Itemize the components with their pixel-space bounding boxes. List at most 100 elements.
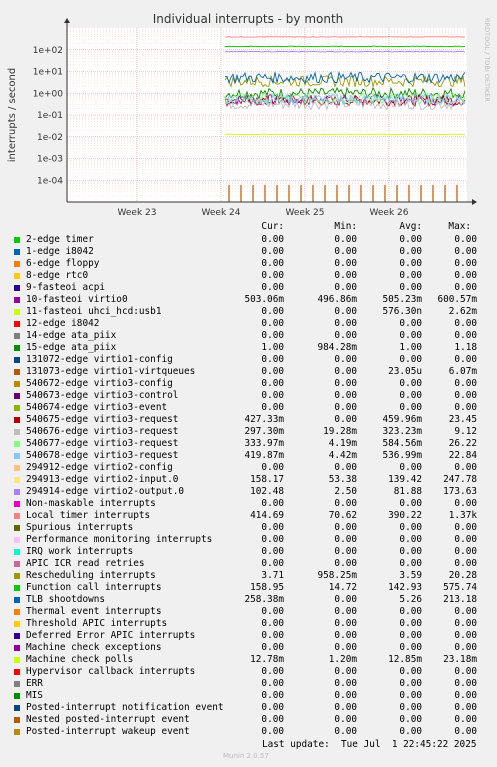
y-axis-arrow [64, 18, 70, 23]
legend-swatch [14, 453, 20, 459]
legend-row: 1-edge i8042 0.00 0.00 0.00 0.00 [0, 246, 497, 258]
legend-cur: 0.00 [261, 642, 284, 653]
legend-min: 496.86m [317, 294, 357, 305]
legend-swatch [14, 249, 20, 255]
legend-min: 0.00 [334, 594, 357, 605]
legend-min: 0.00 [334, 378, 357, 389]
legend-max: 0.00 [454, 702, 477, 713]
legend-max: 1.18 [454, 342, 477, 353]
legend-row: 294912-edge virtio2-config 0.00 0.00 0.00 0.… [0, 462, 497, 474]
legend-swatch [14, 489, 20, 495]
legend-cur: 0.00 [261, 558, 284, 569]
legend-label: 540674-edge virtio3-event [26, 402, 168, 413]
legend-row: 14-edge ata_piix 0.00 0.00 0.00 0.00 [0, 330, 497, 342]
legend-cur: 0.00 [261, 678, 284, 689]
series-line-21 [224, 50, 466, 53]
legend-swatch [14, 369, 20, 375]
legend-max: 247.78 [443, 474, 477, 485]
legend-cur: 0.00 [261, 390, 284, 401]
legend-cur: 503.06m [244, 294, 284, 305]
legend-label: MIS [26, 690, 43, 701]
legend-label: Local timer interrupts [26, 510, 151, 521]
legend-swatch [14, 573, 20, 579]
legend-label: 540673-edge virtio3-control [26, 390, 179, 401]
legend-max: 0.00 [454, 378, 477, 389]
legend-min: 0.00 [334, 546, 357, 557]
legend-swatch [14, 237, 20, 243]
series-line-35 [224, 133, 466, 136]
legend-min: 0.00 [334, 690, 357, 701]
legend-min: 0.00 [334, 534, 357, 545]
legend-cur: 414.69 [250, 510, 284, 521]
legend-cur: 0.00 [261, 246, 284, 257]
y-tick-label: 1e-02 [37, 133, 63, 143]
legend-max: 213.18 [443, 594, 477, 605]
legend-cur: 0.00 [261, 690, 284, 701]
legend-label: Threshold APIC interrupts [26, 618, 168, 629]
legend-min: 0.00 [334, 666, 357, 677]
legend-row: 540673-edge virtio3-control 0.00 0.00 0.00 0… [0, 390, 497, 402]
legend-min: 0.00 [334, 258, 357, 269]
legend-max: 575.74 [443, 582, 477, 593]
legend-row: Deferred Error APIC interrupts 0.00 0.00 0.… [0, 630, 497, 642]
legend-swatch [14, 309, 20, 315]
legend-label: Deferred Error APIC interrupts [26, 630, 196, 641]
legend-row: Function call interrupts 158.95 14.72 142.9… [0, 582, 497, 594]
x-tick-label: Week 23 [118, 208, 157, 218]
legend-row: Posted-interrupt wakeup event 0.00 0.00 0.0… [0, 726, 497, 738]
legend-row: 294913-edge virtio2-input.0 158.17 53.38 13… [0, 474, 497, 486]
legend-swatch [14, 705, 20, 711]
legend-max: 1.37k [448, 510, 477, 521]
legend-row: 8-edge rtc0 0.00 0.00 0.00 0.00 [0, 270, 497, 282]
legend-min: 53.38 [328, 474, 357, 485]
legend-swatch [14, 537, 20, 543]
legend-row: 131073-edge virtio1-virtqueues 0.00 0.00 23… [0, 366, 497, 378]
legend-swatch [14, 657, 20, 663]
legend-cur: 0.00 [261, 618, 284, 629]
legend-label: 540672-edge virtio3-config [26, 378, 173, 389]
legend-header-min: Min: [334, 221, 357, 232]
legend-row: 294914-edge virtio2-output.0 102.48 2.50 81… [0, 486, 497, 498]
legend-label: 11-fasteoi uhci_hcd:usb1 [26, 306, 162, 317]
legend-row: 131072-edge virtio1-config 0.00 0.00 0.00 0.… [0, 354, 497, 366]
munin-version: Munin 2.0.57 [223, 752, 269, 760]
legend-min: 0.00 [334, 270, 357, 281]
legend-cur: 0.00 [261, 234, 284, 245]
legend-swatch [14, 333, 20, 339]
legend-cur: 0.00 [261, 726, 284, 737]
legend-swatch [14, 717, 20, 723]
legend-max: 0.00 [454, 618, 477, 629]
legend-min: 958.25m [317, 570, 357, 581]
legend-row: 15-edge ata_piix 1.00 984.28m 1.00 1.18 [0, 342, 497, 354]
legend-min: 0.00 [334, 306, 357, 317]
legend-min: 0.00 [334, 462, 357, 473]
y-tick-label: 1e-04 [37, 176, 63, 186]
legend-label: Rescheduling interrupts [26, 570, 156, 581]
legend-cur: 158.95 [250, 582, 284, 593]
legend-max: 2.62m [448, 306, 477, 317]
legend-swatch [14, 501, 20, 507]
legend-label: 2-edge timer [26, 234, 94, 245]
legend-cur: 0.00 [261, 270, 284, 281]
legend-min: 0.00 [334, 414, 357, 425]
legend-swatch [14, 465, 20, 471]
chart-title: Individual interrupts - by month [153, 12, 344, 26]
legend-row: 540672-edge virtio3-config 0.00 0.00 0.00 0.… [0, 378, 497, 390]
legend-min: 0.00 [334, 366, 357, 377]
legend-cur: 0.00 [261, 354, 284, 365]
legend-min: 0.00 [334, 618, 357, 629]
legend-min: 0.00 [334, 726, 357, 737]
y-tick-label: 1e+01 [33, 68, 63, 78]
legend-label: 540675-edge virtio3-request [26, 414, 179, 425]
legend-label: 1-edge i8042 [26, 246, 94, 257]
legend-label: 540677-edge virtio3-request [26, 438, 179, 449]
legend-row: Rescheduling interrupts 3.71 958.25m 3.59 20… [0, 570, 497, 582]
legend-max: 0.00 [454, 558, 477, 569]
legend-cur: 1.00 [261, 342, 284, 353]
legend-min: 0.00 [334, 606, 357, 617]
legend-max: 0.00 [454, 606, 477, 617]
legend-max: 0.00 [454, 318, 477, 329]
legend-cur: 3.71 [261, 570, 284, 581]
side-label: RRDTOOL / TOBI OETIKER [483, 18, 491, 102]
legend-min: 984.28m [317, 342, 357, 353]
